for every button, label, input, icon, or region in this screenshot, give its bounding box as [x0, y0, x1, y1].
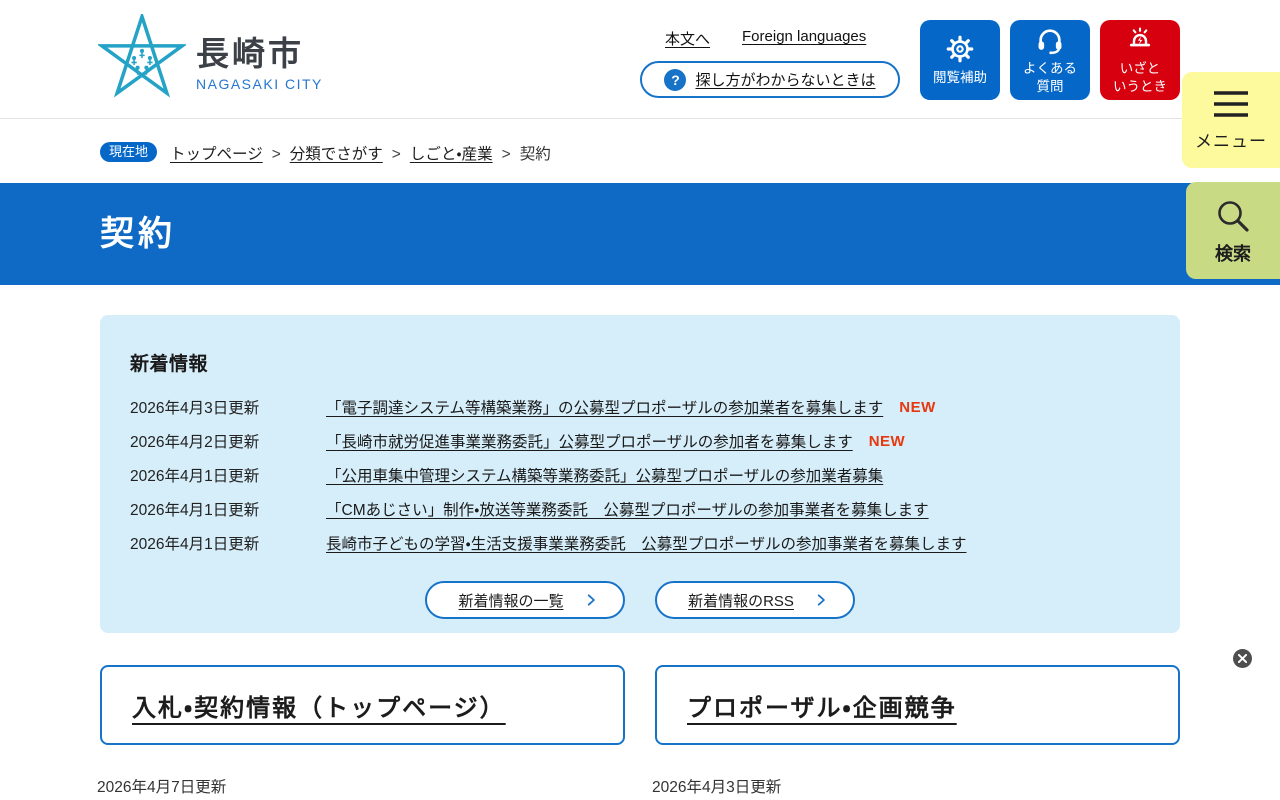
page: 長崎市 NAGASAKI CITY 本文へ Foreign languages …	[0, 0, 1280, 800]
site-subtitle: NAGASAKI CITY	[196, 76, 323, 93]
news-item-date: 2026年4月1日更新	[130, 502, 260, 519]
search-button[interactable]: 検索	[1186, 182, 1280, 279]
news-item-date: 2026年4月2日更新	[130, 434, 260, 451]
foreign-languages-link[interactable]: Foreign languages	[742, 28, 866, 49]
news-item: 2026年4月1日更新 「公用車集中管理システム構築等業務委託」公募型プロポーザル…	[130, 458, 1150, 492]
city-star-logo-icon	[98, 14, 186, 98]
news-list-link-label: 新着情報の一覧	[458, 592, 564, 610]
news-list-link-button[interactable]: 新着情報の一覧	[425, 581, 625, 619]
news-item-link[interactable]: 「CMあじさい」制作・放送等業務委託 公募型プロポーザルの参加事業者を募集します	[326, 498, 929, 520]
breadcrumb-separator: >	[501, 146, 511, 163]
news-item-date: 2026年4月1日更新	[130, 468, 260, 485]
news-rss-button[interactable]: 新着情報のRSS	[655, 581, 855, 619]
news-item-link[interactable]: 長崎市子どもの学習・生活支援事業業務委託 公募型プロポーザルの参加事業者を募集し…	[326, 532, 966, 554]
header-quick-buttons: 閲覧補助 よくある 質問 いざと いうとき	[920, 20, 1180, 100]
menu-label: メニュー	[1195, 131, 1267, 151]
new-badge: NEW	[868, 432, 906, 450]
breadcrumb-item[interactable]: 分類でさがす	[290, 146, 383, 163]
breadcrumb-item[interactable]: しごと・産業	[410, 146, 493, 163]
news-rss-label: 新着情報のRSS	[688, 592, 794, 610]
news-buttons: 新着情報の一覧 新着情報のRSS	[130, 581, 1150, 619]
news-item-link[interactable]: 「電子調達システム等構築業務」の公募型プロポーザルの参加業者を募集します	[326, 396, 883, 418]
news-item-link[interactable]: 「長崎市就労促進事業業務委託」公募型プロポーザルの参加者を募集します	[326, 430, 853, 452]
breadcrumb-list: トップページ > 分類でさがす > しごと・産業 > 契約	[170, 142, 551, 164]
current-location-badge: 現在地	[100, 142, 158, 162]
faq-button[interactable]: よくある 質問	[1010, 20, 1090, 100]
site-logo[interactable]: 長崎市 NAGASAKI CITY	[98, 14, 323, 102]
news-item-date: 2026年4月1日更新	[130, 536, 260, 553]
news-box: 新着情報 2026年4月3日更新 「電子調達システム等構築業務」の公募型プロポーザ…	[100, 315, 1180, 633]
breadcrumb-separator: >	[391, 146, 401, 163]
news-list: 2026年4月3日更新 「電子調達システム等構築業務」の公募型プロポーザルの参加業…	[130, 390, 1150, 560]
proposal-competition-card[interactable]: プロポーザル・企画競争	[655, 665, 1180, 745]
search-help-button[interactable]: ? 探し方がわからないときは	[640, 61, 900, 98]
new-badge: NEW	[899, 398, 936, 416]
close-button[interactable]	[1233, 649, 1252, 668]
news-item: 2026年4月1日更新 長崎市子どもの学習・生活支援事業業務委託 公募型プロポーザ…	[130, 526, 1150, 560]
hamburger-icon	[1214, 90, 1248, 117]
emergency-button[interactable]: いざと いうとき	[1100, 20, 1180, 100]
breadcrumb-item[interactable]: トップページ	[170, 146, 263, 163]
bid-contract-info-card[interactable]: 入札・契約情報（トップページ）	[100, 665, 625, 745]
close-icon	[1238, 654, 1247, 663]
utility-links: 本文へ Foreign languages	[665, 28, 866, 49]
chevron-right-icon	[817, 594, 825, 606]
site-title: 長崎市	[196, 35, 304, 72]
news-item: 2026年4月2日更新 「長崎市就労促進事業業務委託」公募型プロポーザルの参加者を…	[130, 424, 1150, 458]
accessibility-label: 閲覧補助	[933, 70, 987, 86]
news-item: 2026年4月1日更新 「CMあじさい」制作・放送等業務委託 公募型プロポーザルの…	[130, 492, 1150, 526]
card-title: 入札・契約情報（トップページ）	[132, 694, 506, 722]
site-header: 長崎市 NAGASAKI CITY 本文へ Foreign languages …	[0, 0, 1280, 118]
card-updated-date: 2026年4月3日更新	[652, 779, 782, 796]
siren-icon	[1129, 27, 1151, 47]
faq-label: よくある 質問	[1023, 61, 1077, 94]
gear-icon	[946, 35, 974, 63]
link-cards: 入札・契約情報（トップページ） 2026年4月7日更新 プロポーザル・企画競争 …	[97, 665, 1180, 797]
breadcrumb: 現在地 トップページ > 分類でさがす > しごと・産業 > 契約	[0, 119, 1280, 183]
card-title: プロポーザル・企画競争	[687, 694, 957, 722]
breadcrumb-separator: >	[271, 146, 281, 163]
headset-icon	[1038, 29, 1062, 55]
search-label: 検索	[1215, 243, 1251, 264]
news-item-link[interactable]: 「公用車集中管理システム構築等業務委託」公募型プロポーザルの参加業者募集	[326, 464, 883, 486]
card-column: プロポーザル・企画競争 2026年4月3日更新	[652, 665, 1180, 797]
page-title-banner: 契約	[0, 183, 1280, 285]
accessibility-button[interactable]: 閲覧補助	[920, 20, 1000, 100]
news-heading: 新着情報	[130, 354, 209, 375]
emergency-label: いざと いうとき	[1113, 61, 1167, 94]
page-title: 契約	[100, 215, 176, 253]
menu-button[interactable]: メニュー	[1182, 72, 1280, 168]
card-updated-date: 2026年4月7日更新	[97, 779, 227, 796]
breadcrumb-item: 契約	[519, 146, 551, 163]
chevron-right-icon	[587, 594, 595, 606]
search-icon	[1218, 200, 1249, 232]
news-item-date: 2026年4月3日更新	[130, 400, 260, 417]
card-column: 入札・契約情報（トップページ） 2026年4月7日更新	[97, 665, 625, 797]
news-item: 2026年4月3日更新 「電子調達システム等構築業務」の公募型プロポーザルの参加業…	[130, 390, 1150, 424]
question-icon: ?	[664, 68, 687, 91]
skip-to-content-link[interactable]: 本文へ	[665, 28, 710, 49]
search-help-label: 探し方がわからないときは	[695, 72, 876, 89]
